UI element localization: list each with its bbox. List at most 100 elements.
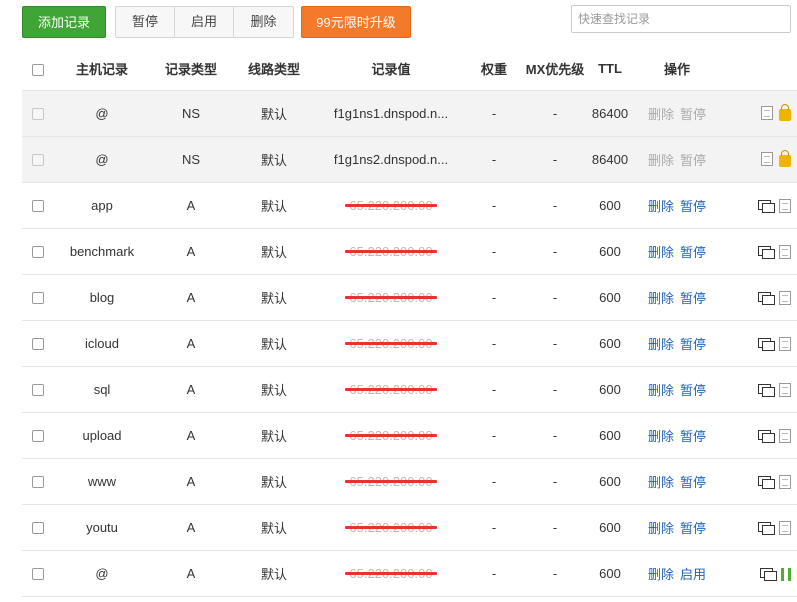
table-row[interactable]: wwwA默认65.220.200.00--600删除暂停: [22, 458, 797, 505]
ops-cell: 删除 暂停: [632, 90, 722, 137]
row-delete-link[interactable]: 删除: [648, 518, 674, 537]
host-cell: sql: [54, 366, 150, 413]
header-value: 记录值: [316, 48, 466, 91]
row-checkbox[interactable]: [32, 430, 44, 443]
remark-icon[interactable]: [758, 521, 775, 535]
ttl-cell: 600: [588, 320, 632, 367]
row-checkbox[interactable]: [32, 522, 44, 535]
weight-cell: -: [466, 228, 522, 275]
table-row[interactable]: uploadA默认65.220.200.00--600删除暂停: [22, 412, 797, 459]
row-delete-link: 删除: [647, 152, 674, 168]
note-icon[interactable]: [779, 382, 791, 397]
line-cell: 默认: [232, 550, 316, 597]
row-delete-link[interactable]: 删除: [648, 380, 674, 399]
table-row[interactable]: @ NS 默认 f1g1ns2.dnspod.n... - -86400 删除 暂停: [22, 136, 797, 183]
delete-button[interactable]: 删除: [234, 7, 293, 37]
row-checkbox[interactable]: [32, 476, 44, 489]
weight-cell: -: [466, 504, 522, 551]
row-toggle-link: 暂停: [680, 106, 707, 122]
remark-icon[interactable]: [758, 291, 775, 305]
type-cell: A: [150, 274, 232, 321]
upgrade-button[interactable]: 99元限时升级: [301, 6, 411, 38]
row-toggle-link[interactable]: 暂停: [680, 196, 706, 215]
record-value: f1g1ns1.dnspod.n...: [333, 105, 449, 121]
redaction-mark: [345, 526, 437, 529]
row-toggle-link[interactable]: 暂停: [680, 334, 706, 353]
redaction-mark: [345, 250, 437, 253]
ops-cell: 删除 启用: [632, 550, 722, 597]
ops-cell: 删除 暂停: [632, 366, 722, 413]
value-cell: 65.220.200.00: [316, 366, 466, 413]
select-all-checkbox[interactable]: [32, 63, 44, 76]
row-toggle-link[interactable]: 暂停: [680, 518, 706, 537]
table-row[interactable]: benchmarkA默认65.220.200.00--600删除暂停: [22, 228, 797, 275]
note-icon[interactable]: [779, 428, 791, 443]
table-row[interactable]: @A默认65.220.200.00--600删除启用: [22, 550, 797, 597]
row-checkbox[interactable]: [32, 292, 44, 305]
table-row[interactable]: youtuA默认65.220.200.00--600删除暂停: [22, 504, 797, 551]
remark-icon[interactable]: [758, 245, 775, 259]
note-icon[interactable]: [779, 244, 791, 259]
table-row[interactable]: appA默认65.220.200.00--600删除暂停: [22, 182, 797, 229]
host-cell: app: [54, 182, 150, 229]
row-toggle-link[interactable]: 暂停: [680, 288, 706, 307]
remark-icon[interactable]: [758, 337, 775, 351]
table-row[interactable]: blogA默认65.220.200.00--600删除暂停: [22, 274, 797, 321]
row-select-cell: [22, 366, 54, 413]
row-checkbox[interactable]: [32, 338, 44, 351]
note-icon[interactable]: [779, 474, 791, 489]
table-row[interactable]: sqlA默认65.220.200.00--600删除暂停: [22, 366, 797, 413]
enable-button[interactable]: 启用: [175, 7, 234, 37]
row-checkbox[interactable]: [32, 384, 44, 397]
type-cell: NS: [150, 136, 232, 183]
row-checkbox[interactable]: [32, 246, 44, 259]
add-record-button[interactable]: 添加记录: [22, 6, 106, 38]
ttl-cell: 600: [588, 550, 632, 597]
row-delete-link[interactable]: 删除: [648, 426, 674, 445]
row-toggle-link[interactable]: 暂停: [680, 426, 706, 445]
row-toggle-link: 暂停: [680, 152, 707, 168]
search-input[interactable]: [571, 5, 791, 33]
row-toggle-link[interactable]: 暂停: [680, 472, 706, 491]
mx-cell: -: [522, 458, 588, 505]
row-delete-link[interactable]: 删除: [648, 564, 674, 583]
row-toggle-link[interactable]: 暂停: [680, 242, 706, 261]
header-weight: 权重: [466, 48, 522, 91]
row-delete-link[interactable]: 删除: [648, 472, 674, 491]
icons-cell: [722, 366, 797, 413]
row-checkbox[interactable]: [32, 108, 44, 121]
type-cell: NS: [150, 90, 232, 137]
note-icon[interactable]: [779, 520, 791, 535]
line-cell: 默认: [232, 274, 316, 321]
paused-icon[interactable]: [781, 567, 791, 581]
table-row[interactable]: icloudA默认65.220.200.00--600删除暂停: [22, 320, 797, 367]
icons-cell: [722, 136, 797, 183]
row-delete-link[interactable]: 删除: [648, 196, 674, 215]
row-checkbox[interactable]: [32, 154, 44, 167]
remark-icon[interactable]: [758, 199, 775, 213]
remark-icon[interactable]: [758, 429, 775, 443]
row-checkbox[interactable]: [32, 200, 44, 213]
row-delete-link[interactable]: 删除: [648, 288, 674, 307]
note-icon[interactable]: [779, 336, 791, 351]
line-cell: 默认: [232, 90, 316, 137]
bulk-action-group: 暂停 启用 删除: [115, 6, 294, 38]
remark-icon[interactable]: [758, 383, 775, 397]
note-icon[interactable]: [779, 198, 791, 213]
remark-icon[interactable]: [758, 475, 775, 489]
note-icon[interactable]: [779, 290, 791, 305]
row-checkbox[interactable]: [32, 568, 44, 581]
note-icon: [761, 106, 773, 121]
row-toggle-link[interactable]: 启用: [680, 564, 706, 583]
pause-button[interactable]: 暂停: [116, 7, 175, 37]
ttl-cell: 86400: [588, 90, 632, 137]
row-delete-link[interactable]: 删除: [648, 242, 674, 261]
ttl-cell: 600: [588, 504, 632, 551]
table-row[interactable]: @ NS 默认 f1g1ns1.dnspod.n... - -86400 删除 暂停: [22, 90, 797, 137]
value-cell: 65.220.200.00: [316, 550, 466, 597]
remark-icon[interactable]: [760, 568, 777, 582]
icons-cell: [722, 228, 797, 275]
row-toggle-link[interactable]: 暂停: [680, 380, 706, 399]
host-cell: www: [54, 458, 150, 505]
row-delete-link[interactable]: 删除: [648, 334, 674, 353]
